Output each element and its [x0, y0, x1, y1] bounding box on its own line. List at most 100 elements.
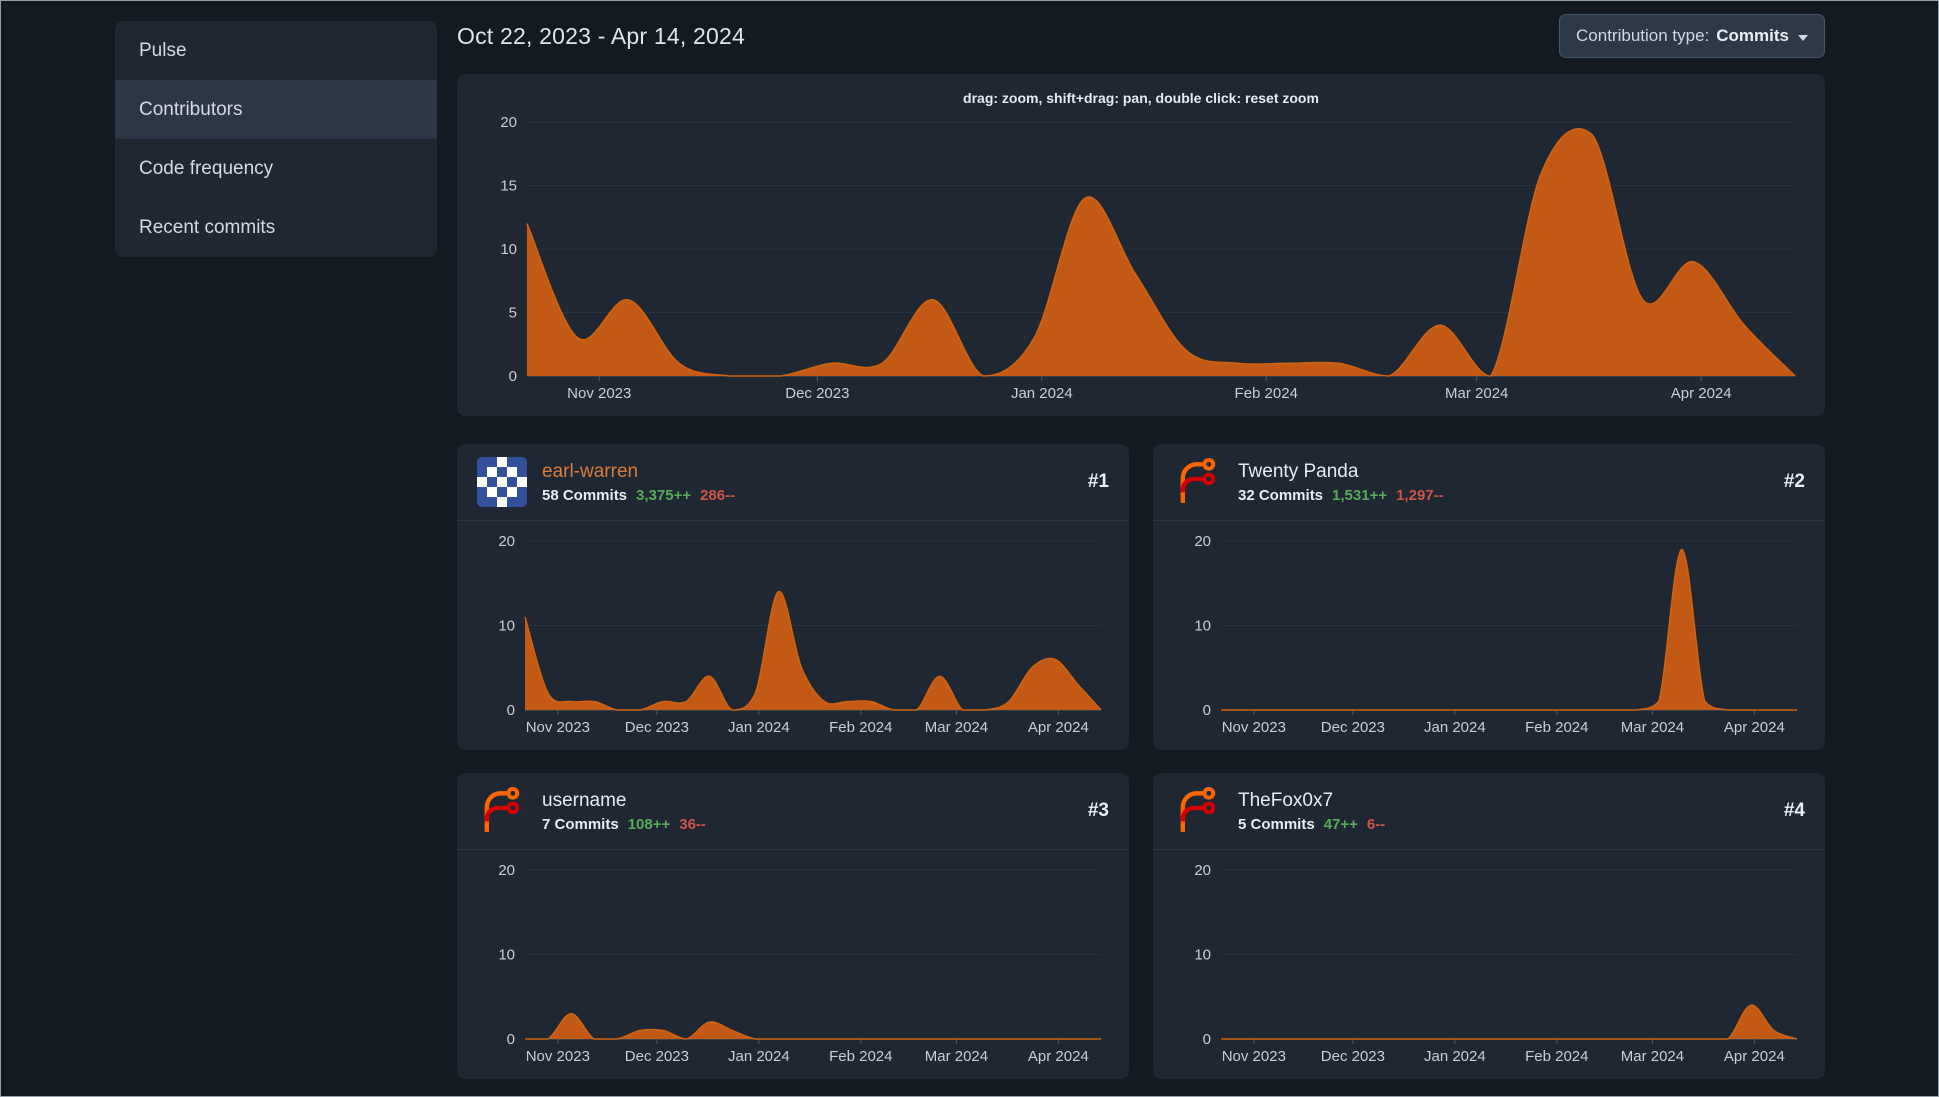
- svg-text:Dec 2023: Dec 2023: [1321, 1048, 1385, 1065]
- forgejo-logo-avatar[interactable]: [1173, 786, 1223, 836]
- svg-text:Apr 2024: Apr 2024: [1028, 719, 1089, 736]
- contributor-stats: 32 Commits 1,531++ 1,297--: [1238, 487, 1444, 504]
- chart-zoom-hint: drag: zoom, shift+drag: pan, double clic…: [963, 90, 1319, 106]
- rank-badge: #3: [1087, 800, 1109, 821]
- contributor-area-chart[interactable]: 0 10 20 Nov 2023 Dec 2023 Jan 2024 Feb 2024 Mar…: [475, 862, 1111, 1067]
- contributor-card-header: earl-warren 58 Commits 3,375++ 286-- #1: [457, 444, 1129, 521]
- page-header: Oct 22, 2023 - Apr 14, 2024 Contribution…: [457, 12, 1825, 60]
- svg-text:Apr 2024: Apr 2024: [1724, 1048, 1785, 1065]
- contributor-name-link[interactable]: Twenty Panda: [1238, 461, 1444, 483]
- svg-text:Feb 2024: Feb 2024: [829, 1048, 892, 1065]
- contributions-area-chart[interactable]: 0 5 10 15 20 Nov 2023 Dec 2023 Jan 2024 Feb 2024…: [477, 114, 1805, 404]
- contributor-card-header: TheFox0x7 5 Commits 47++ 6-- #4: [1153, 773, 1825, 850]
- svg-text:10: 10: [500, 241, 517, 258]
- additions-count: 1,531++: [1332, 486, 1388, 504]
- commit-count: 58 Commits: [542, 486, 628, 504]
- svg-text:10: 10: [498, 618, 515, 635]
- svg-text:Dec 2023: Dec 2023: [785, 385, 849, 402]
- contribution-type-dropdown[interactable]: Contribution type: Commits: [1559, 14, 1825, 58]
- svg-text:20: 20: [1194, 533, 1211, 550]
- page-title: Oct 22, 2023 - Apr 14, 2024: [457, 22, 745, 49]
- contributor-card: username 7 Commits 108++ 36-- #3 0 10 20 No…: [457, 773, 1129, 1079]
- svg-text:Jan 2024: Jan 2024: [1424, 1048, 1486, 1065]
- contributor-name-link[interactable]: TheFox0x7: [1238, 790, 1385, 812]
- sidebar-item-code-frequency[interactable]: Code frequency: [115, 139, 437, 198]
- sidebar: Pulse Contributors Code frequency Recent…: [115, 21, 437, 257]
- additions-count: 108++: [627, 815, 671, 833]
- contributions-chart-card: drag: zoom, shift+drag: pan, double clic…: [457, 74, 1825, 416]
- commit-count: 32 Commits: [1238, 486, 1324, 504]
- svg-text:0: 0: [509, 368, 517, 385]
- forgejo-logo-avatar[interactable]: [1173, 457, 1223, 507]
- contributor-name-link[interactable]: earl-warren: [542, 461, 735, 483]
- rank-badge: #2: [1783, 471, 1805, 492]
- svg-text:Nov 2023: Nov 2023: [526, 719, 590, 736]
- sidebar-item-recent-commits[interactable]: Recent commits: [115, 198, 437, 257]
- svg-text:Nov 2023: Nov 2023: [1222, 719, 1286, 736]
- svg-text:15: 15: [500, 178, 517, 195]
- svg-text:Feb 2024: Feb 2024: [1525, 1048, 1588, 1065]
- identicon-avatar[interactable]: [477, 457, 527, 507]
- sidebar-item-contributors[interactable]: Contributors: [115, 80, 437, 139]
- contributor-stats: 5 Commits 47++ 6--: [1238, 816, 1385, 833]
- contributor-area-chart[interactable]: 0 10 20 Nov 2023 Dec 2023 Jan 2024 Feb 2024 Mar…: [1171, 862, 1807, 1067]
- additions-count: 47++: [1323, 815, 1358, 833]
- svg-text:0: 0: [507, 1031, 515, 1048]
- svg-text:Apr 2024: Apr 2024: [1028, 1048, 1089, 1065]
- forgejo-logo-avatar[interactable]: [477, 786, 527, 836]
- commit-count: 7 Commits: [542, 815, 619, 833]
- svg-text:Nov 2023: Nov 2023: [526, 1048, 590, 1065]
- rank-badge: #1: [1087, 471, 1109, 492]
- svg-text:Dec 2023: Dec 2023: [625, 719, 689, 736]
- contributor-stats: 7 Commits 108++ 36--: [542, 816, 706, 833]
- svg-text:Mar 2024: Mar 2024: [925, 1048, 988, 1065]
- contributor-card-header: username 7 Commits 108++ 36-- #3: [457, 773, 1129, 850]
- rank-badge: #4: [1783, 800, 1805, 821]
- contributor-card: earl-warren 58 Commits 3,375++ 286-- #1 …: [457, 444, 1129, 750]
- contributor-area-chart[interactable]: 0 10 20 Nov 2023 Dec 2023 Jan 2024 Feb 2024 Mar…: [475, 533, 1111, 738]
- contributor-name-link[interactable]: username: [542, 790, 706, 812]
- svg-text:Jan 2024: Jan 2024: [728, 719, 790, 736]
- contributors-grid: earl-warren 58 Commits 3,375++ 286-- #1 …: [457, 444, 1825, 1079]
- svg-text:Mar 2024: Mar 2024: [1621, 719, 1684, 736]
- contributor-card-header: Twenty Panda 32 Commits 1,531++ 1,297-- …: [1153, 444, 1825, 521]
- contributor-card: Twenty Panda 32 Commits 1,531++ 1,297-- …: [1153, 444, 1825, 750]
- svg-text:Apr 2024: Apr 2024: [1724, 719, 1785, 736]
- svg-text:0: 0: [1203, 1031, 1211, 1048]
- contribution-type-value: Commits: [1716, 26, 1789, 45]
- svg-text:Nov 2023: Nov 2023: [1222, 1048, 1286, 1065]
- svg-text:10: 10: [1194, 618, 1211, 635]
- svg-text:Jan 2024: Jan 2024: [1011, 385, 1073, 402]
- additions-count: 3,375++: [636, 486, 692, 504]
- contribution-type-label: Contribution type:: [1576, 26, 1710, 45]
- svg-text:20: 20: [498, 533, 515, 550]
- svg-text:Dec 2023: Dec 2023: [1321, 719, 1385, 736]
- svg-text:10: 10: [498, 947, 515, 964]
- deletions-count: 1,297--: [1396, 486, 1444, 504]
- svg-text:Feb 2024: Feb 2024: [1525, 719, 1588, 736]
- svg-text:10: 10: [1194, 947, 1211, 964]
- svg-text:20: 20: [498, 862, 515, 879]
- svg-text:Jan 2024: Jan 2024: [1424, 719, 1486, 736]
- svg-text:Jan 2024: Jan 2024: [728, 1048, 790, 1065]
- svg-text:Nov 2023: Nov 2023: [567, 385, 631, 402]
- svg-text:Dec 2023: Dec 2023: [625, 1048, 689, 1065]
- svg-text:Mar 2024: Mar 2024: [1621, 1048, 1684, 1065]
- svg-text:Feb 2024: Feb 2024: [829, 719, 892, 736]
- svg-text:0: 0: [1203, 702, 1211, 719]
- svg-text:20: 20: [500, 114, 517, 131]
- svg-text:0: 0: [507, 702, 515, 719]
- deletions-count: 286--: [700, 486, 736, 504]
- contributor-card: TheFox0x7 5 Commits 47++ 6-- #4 0 10 20 Nov…: [1153, 773, 1825, 1079]
- svg-text:Mar 2024: Mar 2024: [1445, 385, 1508, 402]
- chevron-down-icon: [1798, 34, 1808, 41]
- svg-text:5: 5: [509, 305, 517, 322]
- main-content: Oct 22, 2023 - Apr 14, 2024 Contribution…: [457, 0, 1825, 1079]
- contributor-stats: 58 Commits 3,375++ 286--: [542, 487, 735, 504]
- svg-text:Apr 2024: Apr 2024: [1671, 385, 1732, 402]
- sidebar-item-pulse[interactable]: Pulse: [115, 21, 437, 80]
- contributor-area-chart[interactable]: 0 10 20 Nov 2023 Dec 2023 Jan 2024 Feb 2024 Mar…: [1171, 533, 1807, 738]
- commit-count: 5 Commits: [1238, 815, 1315, 833]
- svg-text:Mar 2024: Mar 2024: [925, 719, 988, 736]
- deletions-count: 6--: [1366, 815, 1386, 833]
